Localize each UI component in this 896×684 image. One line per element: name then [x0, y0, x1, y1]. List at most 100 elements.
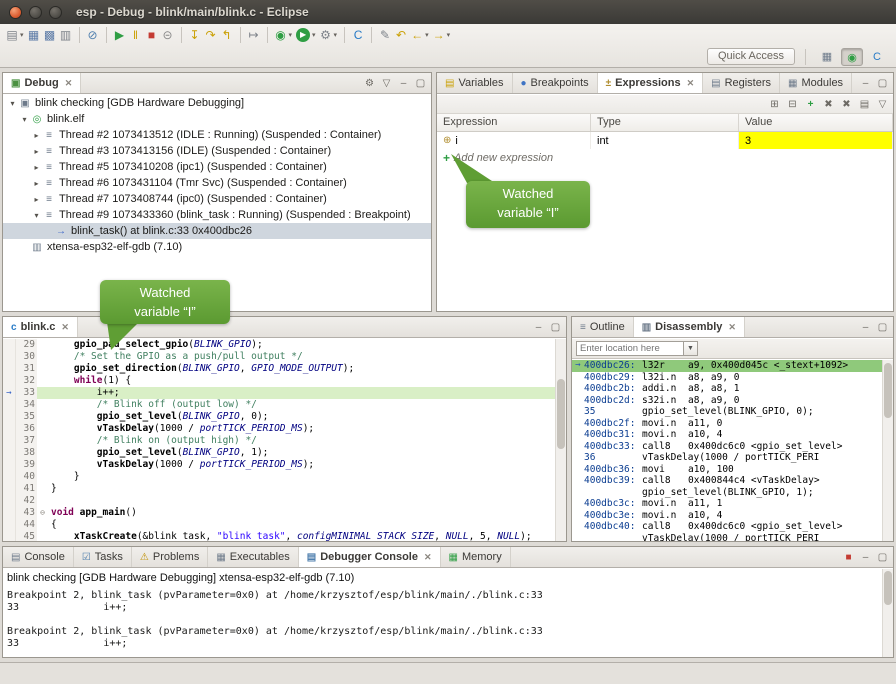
collapse-arrow-icon[interactable]: ▾ — [31, 211, 42, 220]
console-output[interactable]: Breakpoint 2, blink_task (pvParameter=0x… — [3, 590, 893, 650]
last-edit-location-icon[interactable]: ↶ — [393, 26, 409, 44]
expand-arrow-icon[interactable]: ▸ — [31, 131, 42, 140]
minimize-icon[interactable]: – — [397, 78, 410, 89]
tab-problems[interactable]: ⚠Problems — [132, 547, 208, 567]
editor-scrollbar[interactable] — [555, 339, 566, 541]
view-menu-icon[interactable]: ▽ — [876, 99, 889, 110]
step-return-icon[interactable]: ↰ — [219, 26, 235, 44]
new-wizard-icon-dropdown[interactable]: ▾ — [20, 31, 24, 39]
line-number[interactable]: 43 — [16, 507, 37, 519]
debug-tree-item[interactable]: →blink_task() at blink.c:33 0x400dbc26 — [3, 223, 431, 239]
window-close-button[interactable] — [9, 6, 22, 19]
expand-arrow-icon[interactable]: ▸ — [31, 179, 42, 188]
debug-tree-item[interactable]: ▾≡Thread #9 1073433360 (blink_task : Run… — [3, 207, 431, 223]
forward-icon-dropdown[interactable]: ▾ — [447, 31, 451, 39]
forward-icon[interactable]: → — [431, 26, 447, 44]
editor-body[interactable]: 29 gpio_pad_select_gpio(BLINK_GPIO);30 /… — [3, 339, 566, 541]
minimize-icon[interactable]: – — [859, 78, 872, 89]
debug-tree-item[interactable]: ▸≡Thread #3 1073413156 (IDLE) (Suspended… — [3, 143, 431, 159]
gear-icon[interactable]: ⚙ — [363, 78, 376, 89]
line-number[interactable]: 29 — [16, 339, 37, 351]
debug-icon[interactable]: ◉ — [273, 26, 289, 44]
line-number[interactable]: 30 — [16, 351, 37, 363]
code-line[interactable]: 37 /* Blink on (output high) */ — [3, 435, 566, 447]
code-line[interactable]: 30 /* Set the GPIO as a push/pull output… — [3, 351, 566, 363]
tab-outline[interactable]: ≡Outline — [572, 317, 634, 337]
line-number[interactable]: 39 — [16, 459, 37, 471]
resume-icon[interactable]: ▶ — [112, 26, 128, 44]
skip-breakpoints-icon[interactable]: ⊘ — [85, 26, 101, 44]
close-icon[interactable]: ✕ — [728, 322, 736, 333]
run-icon[interactable]: ▶ — [296, 28, 310, 42]
close-icon[interactable]: ✕ — [687, 78, 695, 89]
maximize-icon[interactable]: ▢ — [876, 322, 889, 333]
line-number[interactable]: 33 — [16, 387, 37, 399]
disassembly-scrollbar[interactable] — [882, 360, 893, 541]
window-minimize-button[interactable] — [29, 6, 42, 19]
code-line[interactable]: 35 gpio_set_level(BLINK_GPIO, 0); — [3, 411, 566, 423]
line-number[interactable]: 32 — [16, 375, 37, 387]
debug-perspective-icon[interactable]: ◉ — [841, 48, 863, 66]
minimize-icon[interactable]: – — [859, 322, 872, 333]
expand-arrow-icon[interactable]: ▸ — [31, 163, 42, 172]
tab-disassembly[interactable]: ▥Disassembly✕ — [634, 317, 745, 337]
disassembly-scrollbar-thumb[interactable] — [884, 363, 892, 418]
tab-debugger-console[interactable]: ▤Debugger Console✕ — [299, 547, 441, 567]
remove-icon[interactable]: ✖ — [822, 99, 835, 110]
code-line[interactable]: 39 vTaskDelay(1000 / portTICK_PERIOD_MS)… — [3, 459, 566, 471]
new-wizard-icon[interactable]: ▤ — [4, 26, 20, 44]
line-number[interactable]: 36 — [16, 423, 37, 435]
line-number[interactable]: 37 — [16, 435, 37, 447]
debug-tree-item[interactable]: ▸≡Thread #7 1073408744 (ipc0) (Suspended… — [3, 191, 431, 207]
disconnect-icon[interactable]: ⊝ — [160, 26, 176, 44]
external-tools-icon-dropdown[interactable]: ▾ — [334, 31, 338, 39]
line-number[interactable]: 38 — [16, 447, 37, 459]
code-line[interactable]: 45 xTaskCreate(&blink_task, "blink_task"… — [3, 531, 566, 541]
code-line[interactable]: 36 vTaskDelay(1000 / portTICK_PERIOD_MS)… — [3, 423, 566, 435]
debug-tree-item[interactable]: ▸≡Thread #5 1073410208 (ipc1) (Suspended… — [3, 159, 431, 175]
line-number[interactable]: 41 — [16, 483, 37, 495]
source-code-area[interactable]: 29 gpio_pad_select_gpio(BLINK_GPIO);30 /… — [3, 339, 566, 541]
code-line[interactable]: →33 i++; — [3, 387, 566, 399]
fold-minus-icon[interactable]: ⊖ — [37, 507, 48, 519]
open-perspective-icon[interactable]: ▦ — [816, 48, 838, 66]
layout-icon[interactable]: ▤ — [858, 99, 871, 110]
location-input[interactable] — [576, 341, 684, 356]
tab-executables[interactable]: ▦Executables — [208, 547, 298, 567]
code-line[interactable]: 43⊖void app_main() — [3, 507, 566, 519]
save-icon[interactable]: ▦ — [26, 26, 42, 44]
tab-registers[interactable]: ▤Registers — [703, 73, 780, 93]
tab-modules[interactable]: ▦Modules — [780, 73, 852, 93]
debug-tree-item[interactable]: ▥xtensa-esp32-elf-gdb (7.10) — [3, 239, 431, 255]
print-icon[interactable]: ▥ — [58, 26, 74, 44]
expand-arrow-icon[interactable]: ▸ — [31, 195, 42, 204]
terminate-icon[interactable]: ■ — [842, 552, 855, 563]
code-line[interactable]: 34 /* Blink off (output low) */ — [3, 399, 566, 411]
debug-tree-item[interactable]: ▾◎blink.elf — [3, 111, 431, 127]
remove-all-icon[interactable]: ✖ — [840, 99, 853, 110]
code-line[interactable]: 44{ — [3, 519, 566, 531]
code-line[interactable]: 40 } — [3, 471, 566, 483]
column-header-expression[interactable]: Expression — [437, 114, 591, 131]
line-number[interactable]: 35 — [16, 411, 37, 423]
line-number[interactable]: 31 — [16, 363, 37, 375]
terminate-icon[interactable]: ■ — [144, 26, 160, 44]
tab-tasks[interactable]: ☑Tasks — [74, 547, 132, 567]
suspend-icon[interactable]: ‖ — [128, 26, 144, 44]
new-c-project-icon[interactable]: C — [350, 26, 366, 44]
cpp-perspective-icon[interactable]: C — [866, 48, 888, 66]
collapse-all-icon[interactable]: ⊟ — [786, 99, 799, 110]
editor-scrollbar-thumb[interactable] — [557, 379, 565, 449]
debug-tree-item[interactable]: ▸≡Thread #6 1073431104 (Tmr Svc) (Suspen… — [3, 175, 431, 191]
close-icon[interactable]: ✕ — [61, 322, 69, 333]
tab-memory[interactable]: ▦Memory — [441, 547, 511, 567]
code-line[interactable]: 42 — [3, 495, 566, 507]
column-header-type[interactable]: Type — [591, 114, 739, 131]
back-icon-dropdown[interactable]: ▾ — [425, 31, 429, 39]
show-types-icon[interactable]: ⊞ — [768, 99, 781, 110]
line-number[interactable]: 45 — [16, 531, 37, 541]
collapse-arrow-icon[interactable]: ▾ — [7, 99, 18, 108]
tab-console[interactable]: ▤Console — [3, 547, 74, 567]
maximize-icon[interactable]: ▢ — [876, 78, 889, 89]
maximize-icon[interactable]: ▢ — [549, 322, 562, 333]
